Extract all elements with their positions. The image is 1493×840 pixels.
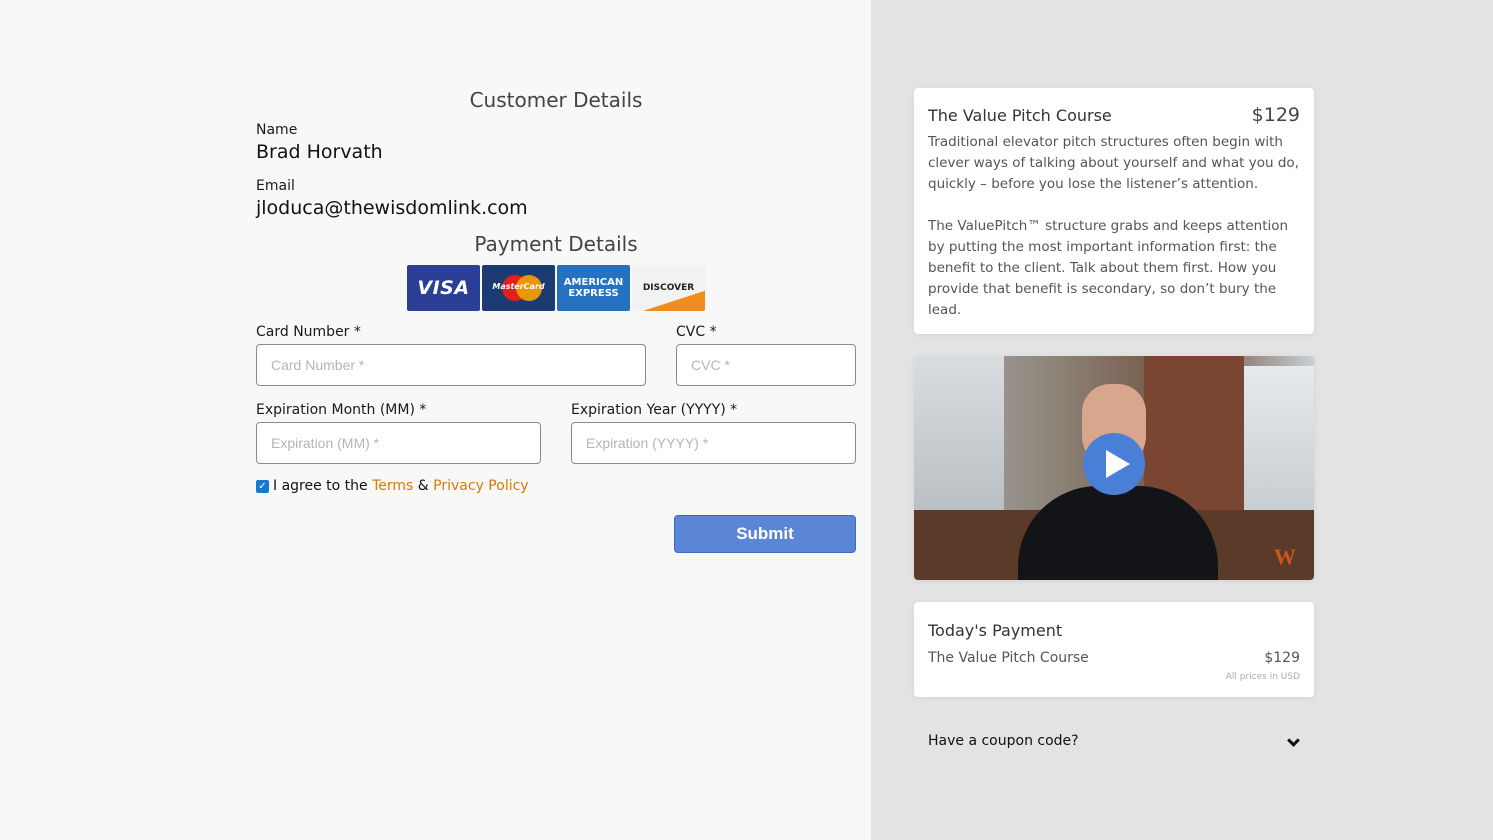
- email-value: jloduca@thewisdomlink.com: [256, 197, 528, 219]
- agree-text: I agree to the: [273, 478, 373, 494]
- exp-year-label: Expiration Year (YYYY) *: [571, 402, 738, 418]
- checkout-form-pane: Customer Details Name Brad Horvath Email…: [0, 0, 871, 840]
- agree-row: ✓ I agree to the Terms & Privacy Policy: [256, 478, 529, 494]
- exp-month-input[interactable]: [256, 422, 541, 464]
- cvc-label: CVC *: [676, 324, 717, 340]
- course-description: Traditional elevator pitch structures of…: [928, 132, 1304, 321]
- currency-note: All prices in USD: [1225, 672, 1300, 682]
- course-description-p2: The ValuePitch™ structure grabs and keep…: [928, 218, 1289, 318]
- payment-details-title: Payment Details: [474, 232, 638, 256]
- payment-item-price: $129: [1264, 650, 1300, 666]
- watermark-logo: W: [1274, 544, 1296, 569]
- course-description-p1: Traditional elevator pitch structures of…: [928, 134, 1299, 192]
- agree-ampersand: &: [413, 478, 434, 494]
- todays-payment-title: Today's Payment: [928, 621, 1063, 640]
- card-number-label: Card Number *: [256, 324, 361, 340]
- visa-logo: VISA: [407, 265, 480, 311]
- mastercard-logo: MasterCard: [482, 265, 555, 311]
- chevron-down-icon: [1287, 734, 1300, 747]
- exp-year-input[interactable]: [571, 422, 856, 464]
- discover-logo: DISCOVER: [632, 265, 705, 311]
- submit-button[interactable]: Submit: [674, 515, 856, 553]
- exp-month-label: Expiration Month (MM) *: [256, 402, 427, 418]
- course-card: The Value Pitch Course $129 Traditional …: [914, 88, 1314, 334]
- course-video[interactable]: W: [914, 356, 1314, 580]
- agree-checkbox[interactable]: ✓: [256, 479, 269, 493]
- coupon-label: Have a coupon code?: [928, 733, 1079, 749]
- card-logos: VISA MasterCard AMERICAN EXPRESS DISCOVE…: [407, 265, 705, 311]
- todays-payment-card: Today's Payment The Value Pitch Course $…: [914, 602, 1314, 697]
- cvc-input[interactable]: [676, 344, 856, 386]
- name-value: Brad Horvath: [256, 141, 383, 163]
- email-label: Email: [256, 178, 295, 194]
- course-price: $129: [1251, 104, 1300, 126]
- customer-details-title: Customer Details: [469, 88, 643, 112]
- play-icon[interactable]: [1083, 433, 1145, 495]
- coupon-toggle[interactable]: Have a coupon code?: [928, 733, 1300, 749]
- name-label: Name: [256, 122, 298, 138]
- card-number-input[interactable]: [256, 344, 646, 386]
- course-title: The Value Pitch Course: [928, 106, 1112, 125]
- payment-item-name: The Value Pitch Course: [928, 650, 1089, 666]
- terms-link[interactable]: Terms: [372, 478, 413, 494]
- amex-logo: AMERICAN EXPRESS: [557, 265, 630, 311]
- privacy-policy-link[interactable]: Privacy Policy: [433, 478, 528, 494]
